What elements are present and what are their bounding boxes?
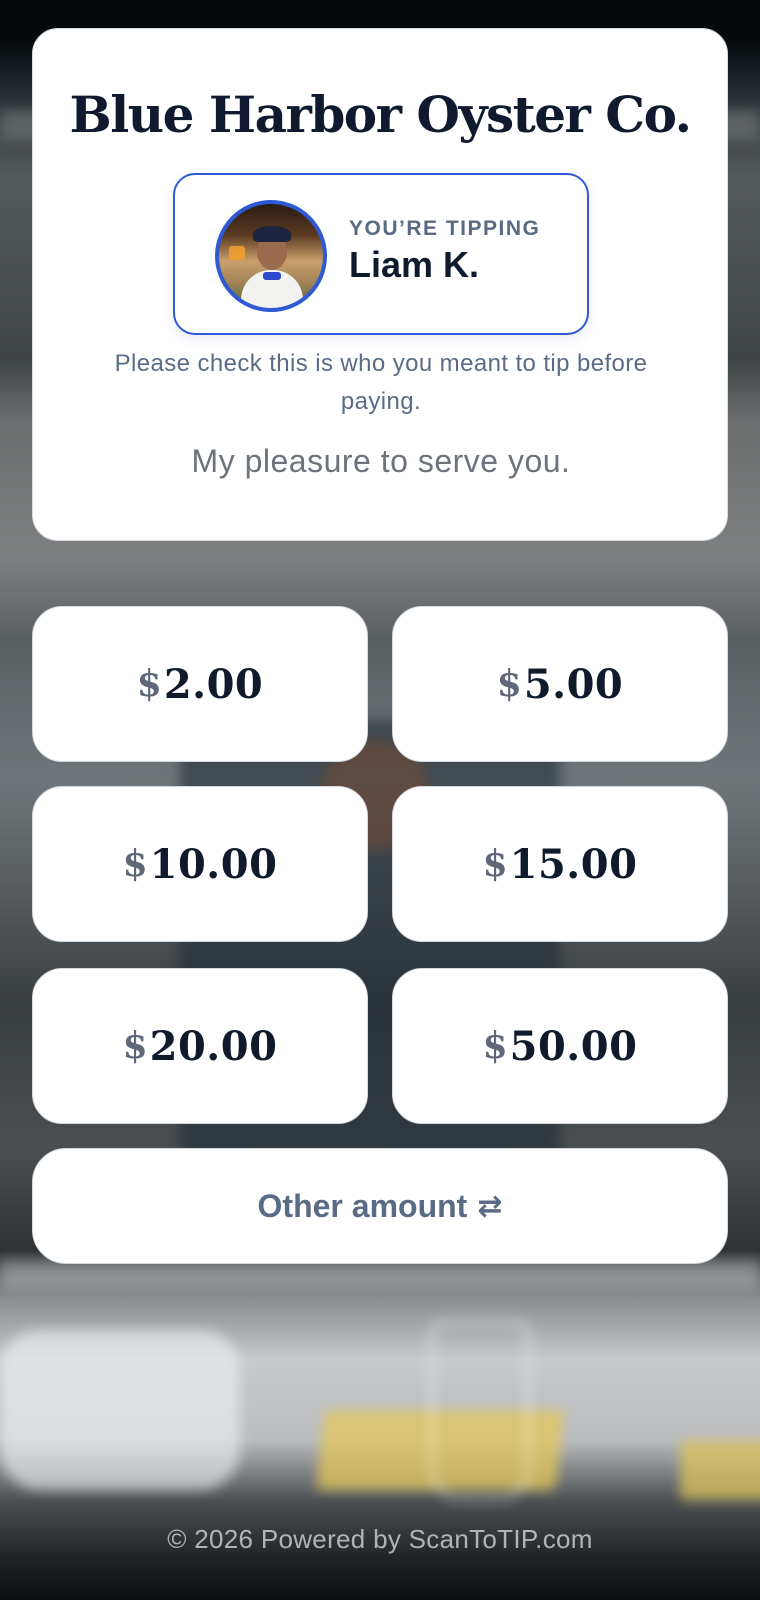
check-notice: Please check this is who you meant to ti…: [114, 350, 648, 415]
staff-info-box: YOU’RE TIPPING Liam K.: [173, 173, 589, 335]
other-amount-label: Other amount: [257, 1187, 468, 1224]
currency-symbol: $: [496, 663, 522, 705]
staff-message: My pleasure to serve you.: [191, 443, 571, 479]
tip-amount-value: 20.00: [149, 1022, 278, 1070]
currency-symbol: $: [482, 1025, 508, 1067]
tip-amount-value: 50.00: [509, 1022, 638, 1070]
copyright-text: © 2026: [167, 1524, 254, 1554]
tip-amount-value: 5.00: [523, 660, 624, 708]
swap-icon: ⇄: [477, 1189, 503, 1223]
currency-symbol: $: [122, 843, 148, 885]
currency-symbol: $: [136, 663, 162, 705]
other-amount-button[interactable]: Other amount ⇄: [32, 1148, 728, 1264]
tip-amount-button[interactable]: $10.00: [32, 786, 368, 942]
tip-amount-button[interactable]: $2.00: [32, 606, 368, 762]
tip-amount-button[interactable]: $50.00: [392, 968, 728, 1124]
tip-amount-value: 10.00: [149, 840, 278, 888]
venue-name: Blue Harbor Oyster Co.: [69, 85, 692, 144]
tip-amount-button[interactable]: $5.00: [392, 606, 728, 762]
staff-name: Liam K.: [349, 244, 480, 285]
tip-amount-value: 15.00: [509, 840, 638, 888]
tip-amount-button[interactable]: $15.00: [392, 786, 728, 942]
powered-by-link[interactable]: Powered by ScanToTIP.com: [261, 1524, 593, 1554]
tipping-label: YOU’RE TIPPING: [349, 217, 541, 240]
footer: © 2026 Powered by ScanToTIP.com: [0, 1524, 760, 1555]
tip-amount-value: 2.00: [163, 660, 264, 708]
currency-symbol: $: [482, 843, 508, 885]
currency-symbol: $: [122, 1025, 148, 1067]
staff-card: Blue Harbor Oyster Co. YOU’RE TIPPING Li…: [32, 28, 728, 541]
tip-amount-button[interactable]: $20.00: [32, 968, 368, 1124]
staff-avatar: [215, 200, 327, 312]
